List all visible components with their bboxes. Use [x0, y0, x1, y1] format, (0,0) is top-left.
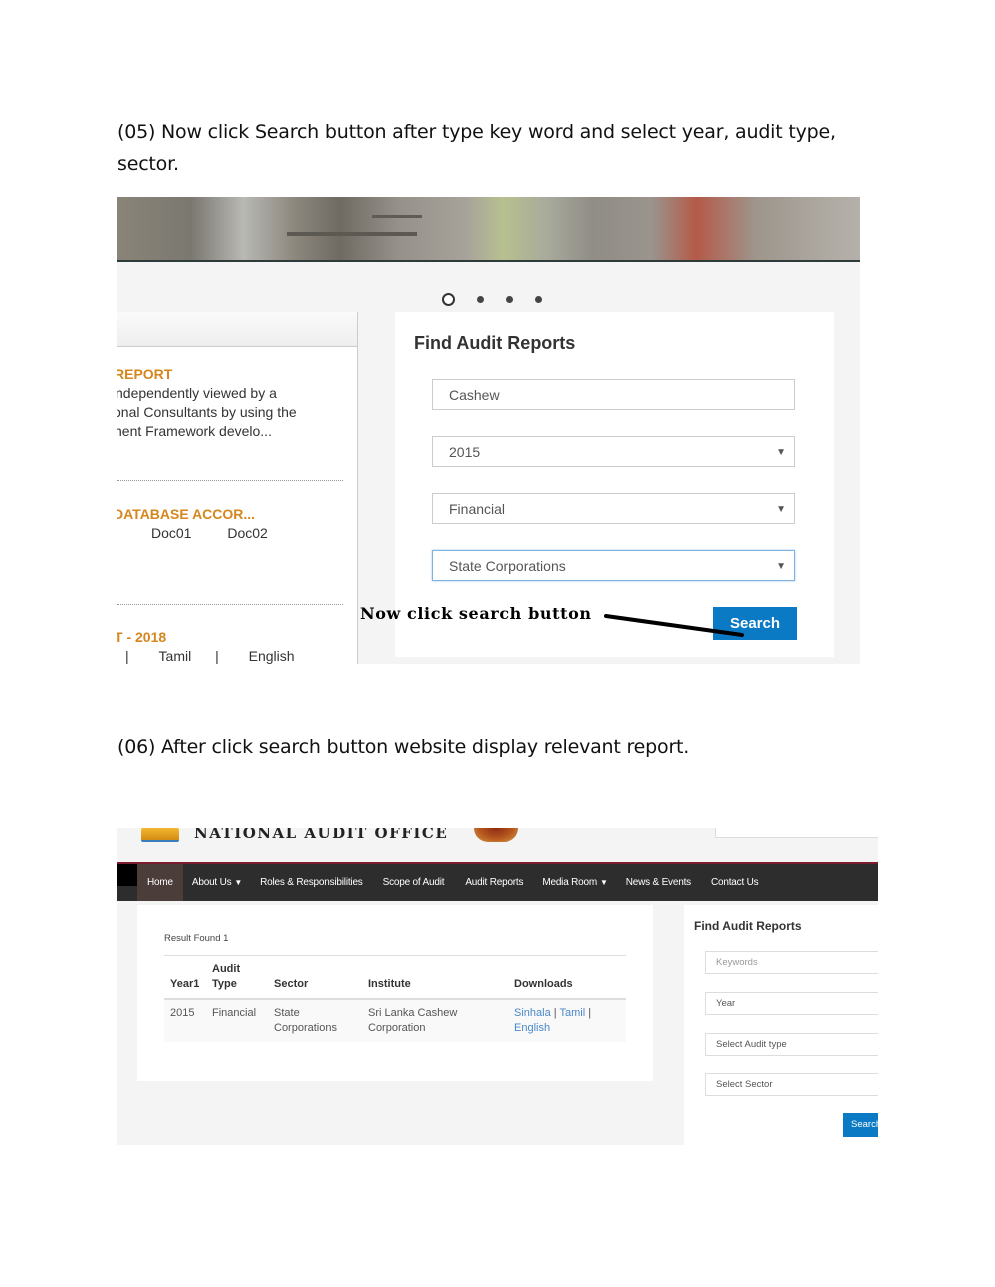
site-header: NATIONAL AUDIT OFFICE	[117, 828, 878, 862]
carousel-dot-active[interactable]	[442, 293, 455, 306]
news-line: ndependently viewed by a	[117, 385, 277, 401]
divider	[117, 604, 343, 605]
nav-contact-us[interactable]: Contact Us	[700, 864, 767, 901]
chevron-down-icon: ▼	[776, 561, 786, 572]
cell-year: 2015	[164, 999, 206, 1042]
step-5-instruction: (05) Now click Search button after type …	[117, 121, 836, 175]
news-line: onal Consultants by using the	[117, 404, 297, 420]
nav-news-events[interactable]: News & Events	[617, 864, 700, 901]
nav-home[interactable]: Home	[137, 864, 183, 901]
download-english-link[interactable]: English	[514, 1022, 550, 1034]
carousel-dot[interactable]	[535, 296, 542, 303]
chevron-down-icon: ▼	[776, 504, 786, 515]
chevron-down-icon: ▼	[776, 447, 786, 458]
find-title: Find Audit Reports	[414, 333, 576, 353]
site-title: NATIONAL AUDIT OFFICE	[194, 828, 449, 842]
cell-sector: State Corporations	[268, 999, 362, 1042]
cell-institute: Sri Lanka Cashew Corporation	[362, 999, 508, 1042]
caret-down-icon: ▼	[600, 878, 608, 887]
news-line: nent Framework develo...	[117, 423, 272, 439]
cell-downloads: Sinhala | Tamil | English	[508, 999, 626, 1042]
sidebar-search-button[interactable]: Search	[843, 1113, 878, 1137]
news-panel-header	[117, 312, 357, 347]
english-link[interactable]: English	[249, 648, 295, 664]
col-sector: Sector	[268, 955, 362, 1000]
main-nav: Home About Us ▼ Roles & Responsibilities …	[117, 862, 878, 901]
doc-link[interactable]: Doc02	[227, 525, 267, 541]
tamil-link[interactable]: Tamil	[159, 648, 192, 664]
news-title[interactable]: REPORT	[117, 365, 297, 384]
download-tamil-link[interactable]: Tamil	[559, 1007, 585, 1019]
sidebar-year-select[interactable]: Year	[705, 992, 878, 1015]
news-item[interactable]: T - 2018 | Tamil | English	[117, 628, 295, 664]
sidebar-sector-select[interactable]: Select Sector	[705, 1073, 878, 1096]
nav-scope[interactable]: Scope of Audit	[372, 864, 456, 901]
divider	[117, 480, 343, 481]
carousel-indicators	[442, 293, 542, 306]
year-select[interactable]: 2015 ▼	[432, 436, 795, 467]
results-table: Year1 Audit Type Sector Institute Downlo…	[164, 955, 626, 1042]
separator: |	[125, 648, 129, 664]
annotation-arrow-icon	[604, 614, 744, 637]
step-6-instruction: (06) After click search button website d…	[117, 736, 690, 758]
news-panel: REPORT ndependently viewed by a onal Con…	[117, 312, 358, 664]
nav-media-room[interactable]: Media Room ▼	[533, 864, 616, 901]
table-row: 2015 Financial State Corporations Sri La…	[164, 999, 626, 1042]
news-title[interactable]: DATABASE ACCOR...	[117, 505, 268, 524]
news-item[interactable]: DATABASE ACCOR... Doc01 Doc02	[117, 505, 268, 543]
sidebar-find-audit-reports: Find Audit Reports Keywords Year Select …	[684, 905, 878, 1145]
download-sinhala-link[interactable]: Sinhala	[514, 1007, 551, 1019]
carousel-dot[interactable]	[506, 296, 513, 303]
col-institute: Institute	[362, 955, 508, 1000]
audit-type-select[interactable]: Financial ▼	[432, 493, 795, 524]
col-audit-type: Audit Type	[206, 955, 268, 1000]
sidebar-keywords-input[interactable]: Keywords	[705, 951, 878, 974]
header-search-input[interactable]	[715, 828, 878, 838]
result-count: Result Found 1	[164, 933, 229, 944]
col-downloads: Downloads	[508, 955, 626, 1000]
screenshot-search-form: REPORT ndependently viewed by a onal Con…	[117, 197, 860, 664]
results-card: Result Found 1 Year1 Audit Type Sector I…	[137, 905, 653, 1081]
nav-roles[interactable]: Roles & Responsibilities	[251, 864, 371, 901]
logo-icon	[141, 828, 179, 842]
sector-select[interactable]: State Corporations ▼	[432, 550, 795, 581]
keyword-input[interactable]: Cashew	[432, 379, 795, 410]
nav-about-us[interactable]: About Us ▼	[183, 864, 251, 901]
sidebar-title: Find Audit Reports	[694, 919, 802, 933]
doc-link[interactable]: Doc01	[151, 525, 191, 541]
separator: |	[215, 648, 219, 664]
news-title[interactable]: T - 2018	[117, 628, 295, 647]
cell-audit-type: Financial	[206, 999, 268, 1042]
banner-image	[117, 197, 860, 261]
caret-down-icon: ▼	[234, 878, 243, 887]
news-item[interactable]: REPORT ndependently viewed by a onal Con…	[117, 365, 297, 441]
carousel-dot[interactable]	[477, 296, 484, 303]
screenshot-search-results: NATIONAL AUDIT OFFICE Home About Us ▼ Rol…	[117, 828, 878, 1145]
emblem-icon	[474, 828, 518, 842]
sidebar-audit-type-select[interactable]: Select Audit type	[705, 1033, 878, 1056]
table-header-row: Year1 Audit Type Sector Institute Downlo…	[164, 955, 626, 1000]
col-year: Year1	[164, 955, 206, 1000]
nav-audit-reports[interactable]: Audit Reports	[455, 864, 533, 901]
annotation-label: Now click search button	[360, 604, 592, 623]
